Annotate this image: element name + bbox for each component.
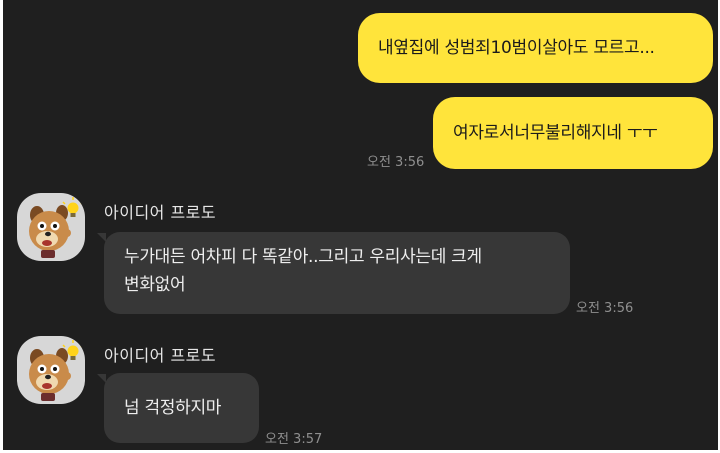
message-text: 내옆집에 성범죄10범이살아도 모르고... — [378, 38, 655, 58]
message-text-line: 변화없어 — [124, 275, 186, 295]
frodo-dog-character-icon — [29, 340, 84, 401]
message-text-line: 누가대든 어차피 다 똑같아..그리고 우리사는데 크게 — [124, 247, 482, 267]
frodo-dog-character-icon — [29, 197, 84, 258]
chat-room: 내옆집에 성범죄10범이살아도 모르고... 여자로서너무불리해지네 ㅜㅜ 오전… — [3, 0, 718, 450]
avatar[interactable] — [17, 336, 85, 404]
avatar[interactable] — [17, 193, 85, 261]
sender-name: 아이디어 프로도 — [104, 346, 217, 365]
received-message-bubble[interactable]: 누가대든 어차피 다 똑같아..그리고 우리사는데 크게 변화없어 — [104, 232, 570, 314]
message-timestamp: 오전 3:56 — [576, 301, 634, 316]
message-timestamp: 오전 3:57 — [265, 432, 323, 447]
sent-message-bubble[interactable]: 여자로서너무불리해지네 ㅜㅜ — [433, 97, 713, 169]
sent-message-bubble[interactable]: 내옆집에 성범죄10범이살아도 모르고... — [358, 13, 713, 83]
message-timestamp: 오전 3:56 — [367, 155, 425, 170]
message-text: 넘 걱정하지마 — [124, 398, 222, 418]
received-message-bubble[interactable]: 넘 걱정하지마 — [104, 373, 259, 443]
message-text: 여자로서너무불리해지네 ㅜㅜ — [453, 123, 658, 143]
sender-name: 아이디어 프로도 — [104, 203, 217, 222]
